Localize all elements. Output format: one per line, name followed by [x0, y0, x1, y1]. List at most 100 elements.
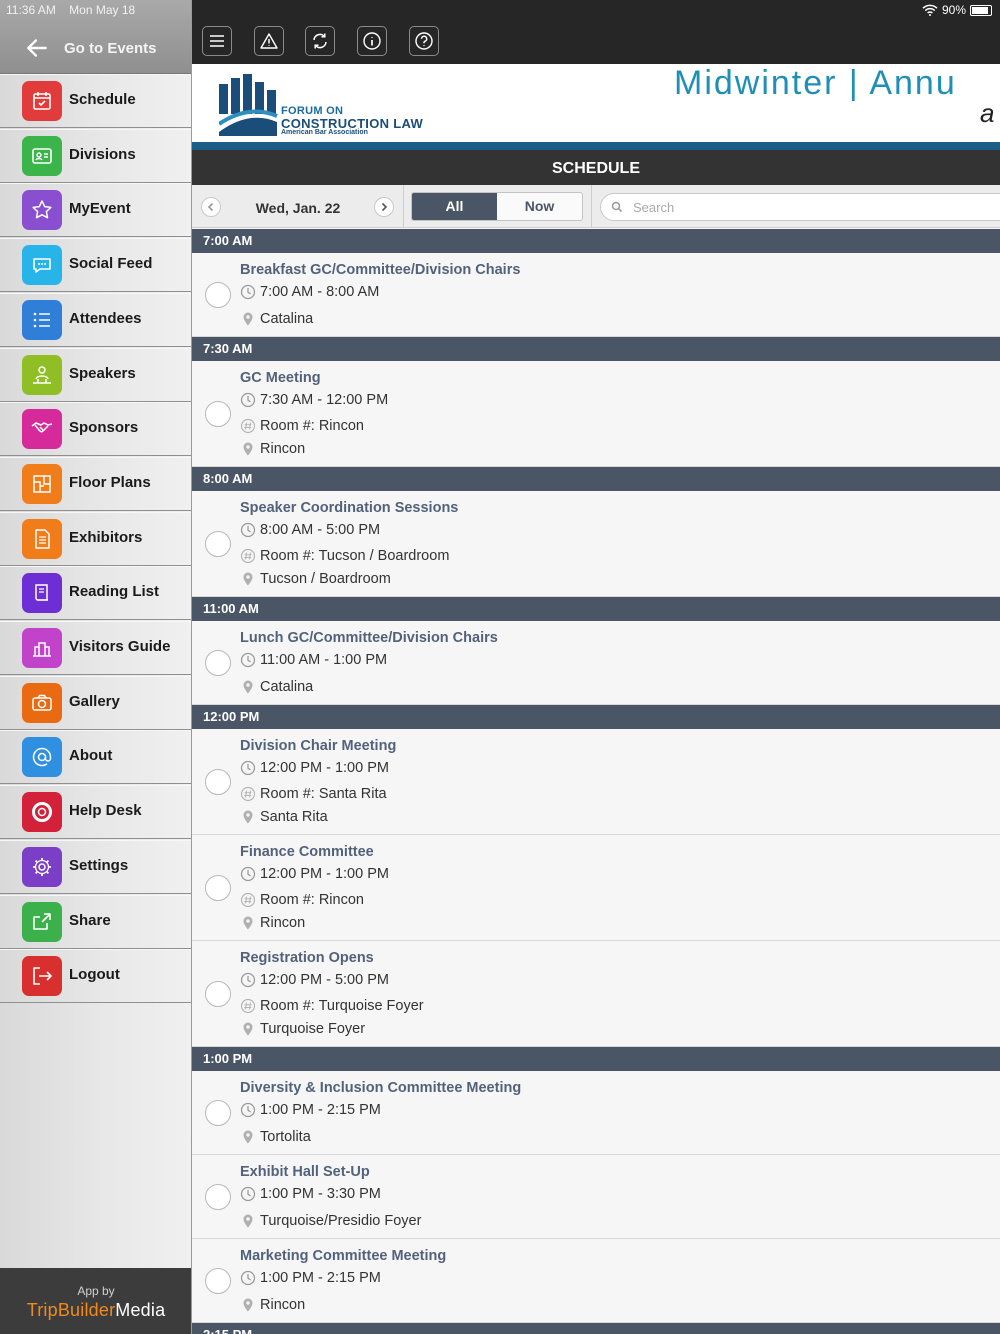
event-row[interactable]: Division Chair Meeting 12:00 PM - 1:00 PM…	[192, 729, 1000, 835]
status-date: Mon May 18	[69, 3, 136, 17]
refresh-button[interactable]	[305, 26, 335, 56]
sidebar-item-gallery[interactable]: Gallery	[0, 675, 191, 730]
location-pin-icon	[243, 810, 253, 824]
info-button[interactable]	[357, 26, 387, 56]
event-time-row: 7:00 AM - 8:00 AM	[240, 284, 379, 300]
event-location: Rincon	[260, 915, 306, 931]
time-group-header: 2:15 PM	[192, 1323, 1000, 1334]
banner-title: Midwinter | Annu	[674, 64, 957, 102]
sidebar-item-label: Floor Plans	[69, 473, 151, 491]
sidebar-item-exhibitors[interactable]: Exhibitors	[0, 511, 191, 566]
tab-all[interactable]: All	[412, 193, 497, 220]
event-title: Division Chair Meeting	[240, 738, 397, 754]
sidebar-item-visitors-guide[interactable]: Visitors Guide	[0, 621, 191, 675]
sidebar-item-reading-list[interactable]: Reading List	[0, 566, 191, 621]
event-row[interactable]: Registration Opens 12:00 PM - 5:00 PM Room…	[192, 941, 1000, 1047]
sidebar-icon-tile	[22, 409, 62, 450]
sidebar-item-speakers[interactable]: Speakers	[0, 347, 191, 402]
sidebar-item-social-feed[interactable]: Social Feed	[0, 238, 191, 293]
event-location-row: Catalina	[240, 311, 313, 327]
event-location: Santa Rita	[260, 809, 328, 825]
sidebar-item-share[interactable]: Share	[0, 894, 191, 949]
event-row[interactable]: Diversity & Inclusion Committee Meeting 1…	[192, 1071, 1000, 1155]
sidebar-item-label: Divisions	[69, 145, 136, 163]
sidebar-icon-tile	[22, 190, 62, 231]
sidebar-item-help-desk[interactable]: Help Desk	[0, 785, 191, 840]
alert-button[interactable]	[254, 26, 284, 56]
sidebar-item-settings[interactable]: Settings	[0, 839, 191, 894]
help-button[interactable]	[409, 26, 439, 56]
event-row[interactable]: Lunch GC/Committee/Division Chairs 11:00 …	[192, 621, 1000, 705]
sidebar-icon-tile	[22, 682, 62, 723]
event-row[interactable]: Exhibit Hall Set-Up 1:00 PM - 3:30 PM Turq…	[192, 1155, 1000, 1239]
menu-button[interactable]	[202, 26, 232, 56]
room-number-icon	[240, 892, 256, 908]
sidebar-item-label: Social Feed	[69, 255, 153, 273]
tab-now[interactable]: Now	[497, 193, 582, 220]
event-title: GC Meeting	[240, 370, 321, 386]
sidebar-item-floor-plans[interactable]: Floor Plans	[0, 456, 191, 511]
event-room: Room #: Rincon	[260, 892, 364, 908]
favorite-toggle[interactable]	[205, 1268, 231, 1294]
event-banner: FORUM ON CONSTRUCTION LAW American Bar A…	[192, 64, 1000, 142]
event-row[interactable]: Marketing Committee Meeting 1:00 PM - 2:1…	[192, 1239, 1000, 1323]
sidebar-item-about[interactable]: About	[0, 730, 191, 785]
event-room: Room #: Rincon	[260, 418, 364, 434]
sidebar-item-label: Visitors Guide	[69, 638, 171, 655]
favorite-toggle[interactable]	[205, 282, 231, 308]
previous-day-button[interactable]	[201, 197, 221, 217]
event-time: 12:00 PM - 1:00 PM	[260, 760, 389, 776]
event-title: Finance Committee	[240, 844, 374, 860]
go-to-events-button[interactable]: Go to Events	[24, 34, 184, 62]
favorite-toggle[interactable]	[205, 769, 231, 795]
sidebar-icon-tile	[22, 135, 62, 176]
event-time: 12:00 PM - 1:00 PM	[260, 866, 389, 882]
event-time-row: 12:00 PM - 1:00 PM	[240, 760, 389, 776]
sidebar-footer: App by TripBuilderMedia	[0, 1268, 191, 1334]
brand-part-1: TripBuilder	[26, 1300, 116, 1320]
event-title: Diversity & Inclusion Committee Meeting	[240, 1080, 522, 1096]
search-input[interactable]	[633, 199, 933, 215]
room-number-icon	[240, 998, 256, 1014]
banner-divider	[192, 142, 1000, 150]
event-location-row: Rincon	[240, 915, 305, 931]
sidebar-icon-tile	[22, 792, 62, 833]
event-time-row: 1:00 PM - 2:15 PM	[240, 1102, 381, 1118]
sidebar: 11:36 AM Mon May 18 Go to Events Schedul…	[0, 0, 192, 1334]
event-row[interactable]: GC Meeting 7:30 AM - 12:00 PM Room #: Rinc…	[192, 361, 1000, 467]
event-time: 12:00 PM - 5:00 PM	[260, 972, 389, 988]
event-row[interactable]: Breakfast GC/Committee/Division Chairs 7:…	[192, 253, 1000, 337]
sidebar-item-sponsors[interactable]: Sponsors	[0, 402, 191, 457]
event-location: Rincon	[260, 441, 306, 457]
favorite-toggle[interactable]	[205, 1184, 231, 1210]
event-room-row: Room #: Rincon	[240, 892, 364, 908]
sidebar-item-attendees[interactable]: Attendees	[0, 292, 191, 347]
sidebar-item-label: Reading List	[69, 583, 160, 601]
sidebar-item-divisions[interactable]: Divisions	[0, 128, 191, 183]
clock-icon	[240, 284, 256, 300]
sidebar-item-schedule[interactable]: Schedule	[0, 74, 191, 128]
speaker-icon	[33, 365, 51, 384]
favorite-toggle[interactable]	[205, 1100, 231, 1126]
time-group-header: 7:00 AM	[192, 229, 1000, 253]
schedule-title: SCHEDULE	[192, 150, 1000, 185]
favorite-toggle[interactable]	[205, 401, 231, 427]
favorite-toggle[interactable]	[205, 981, 231, 1007]
event-location-row: Catalina	[240, 679, 313, 695]
logout-icon	[33, 967, 52, 985]
event-row[interactable]: Finance Committee 12:00 PM - 1:00 PM Room …	[192, 835, 1000, 941]
event-title: Speaker Coordination Sessions	[240, 500, 459, 516]
event-row[interactable]: Speaker Coordination Sessions 8:00 AM - 5…	[192, 491, 1000, 597]
at-sign-icon	[32, 748, 52, 767]
next-day-button[interactable]	[374, 197, 394, 217]
room-number-icon	[240, 418, 256, 434]
clock-icon	[240, 652, 256, 668]
sidebar-item-label: MyEvent	[69, 200, 131, 218]
sidebar-item-myevent[interactable]: MyEvent	[0, 183, 191, 238]
favorite-toggle[interactable]	[205, 531, 231, 557]
sidebar-icon-tile	[22, 846, 62, 887]
favorite-toggle[interactable]	[205, 875, 231, 901]
clock-icon	[240, 522, 256, 538]
sidebar-item-logout[interactable]: Logout	[0, 949, 191, 1004]
favorite-toggle[interactable]	[205, 650, 231, 676]
